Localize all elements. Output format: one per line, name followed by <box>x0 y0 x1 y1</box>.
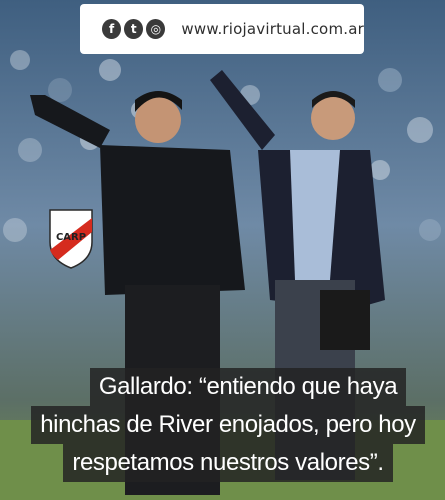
river-plate-crest: CARP <box>49 209 93 269</box>
facebook-icon[interactable]: f <box>102 19 122 39</box>
instagram-icon[interactable]: ◎ <box>146 19 166 39</box>
caption-line: Gallardo: “entiendo que haya <box>89 368 407 406</box>
social-bar: f t ◎ www.riojavirtual.com.ar <box>80 4 364 54</box>
crest-letters: CARP <box>56 232 86 243</box>
twitter-icon[interactable]: t <box>124 19 144 39</box>
quote-caption: Gallardo: “entiendo que haya hinchas de … <box>31 368 425 482</box>
news-post-image: f t ◎ www.riojavirtual.com.ar CARP Galla… <box>0 0 445 500</box>
caption-line: hinchas de River enojados, pero hoy <box>31 406 425 444</box>
website-link[interactable]: www.riojavirtual.com.ar <box>181 20 364 38</box>
caption-line: respetamos nuestros valores”. <box>63 444 393 482</box>
